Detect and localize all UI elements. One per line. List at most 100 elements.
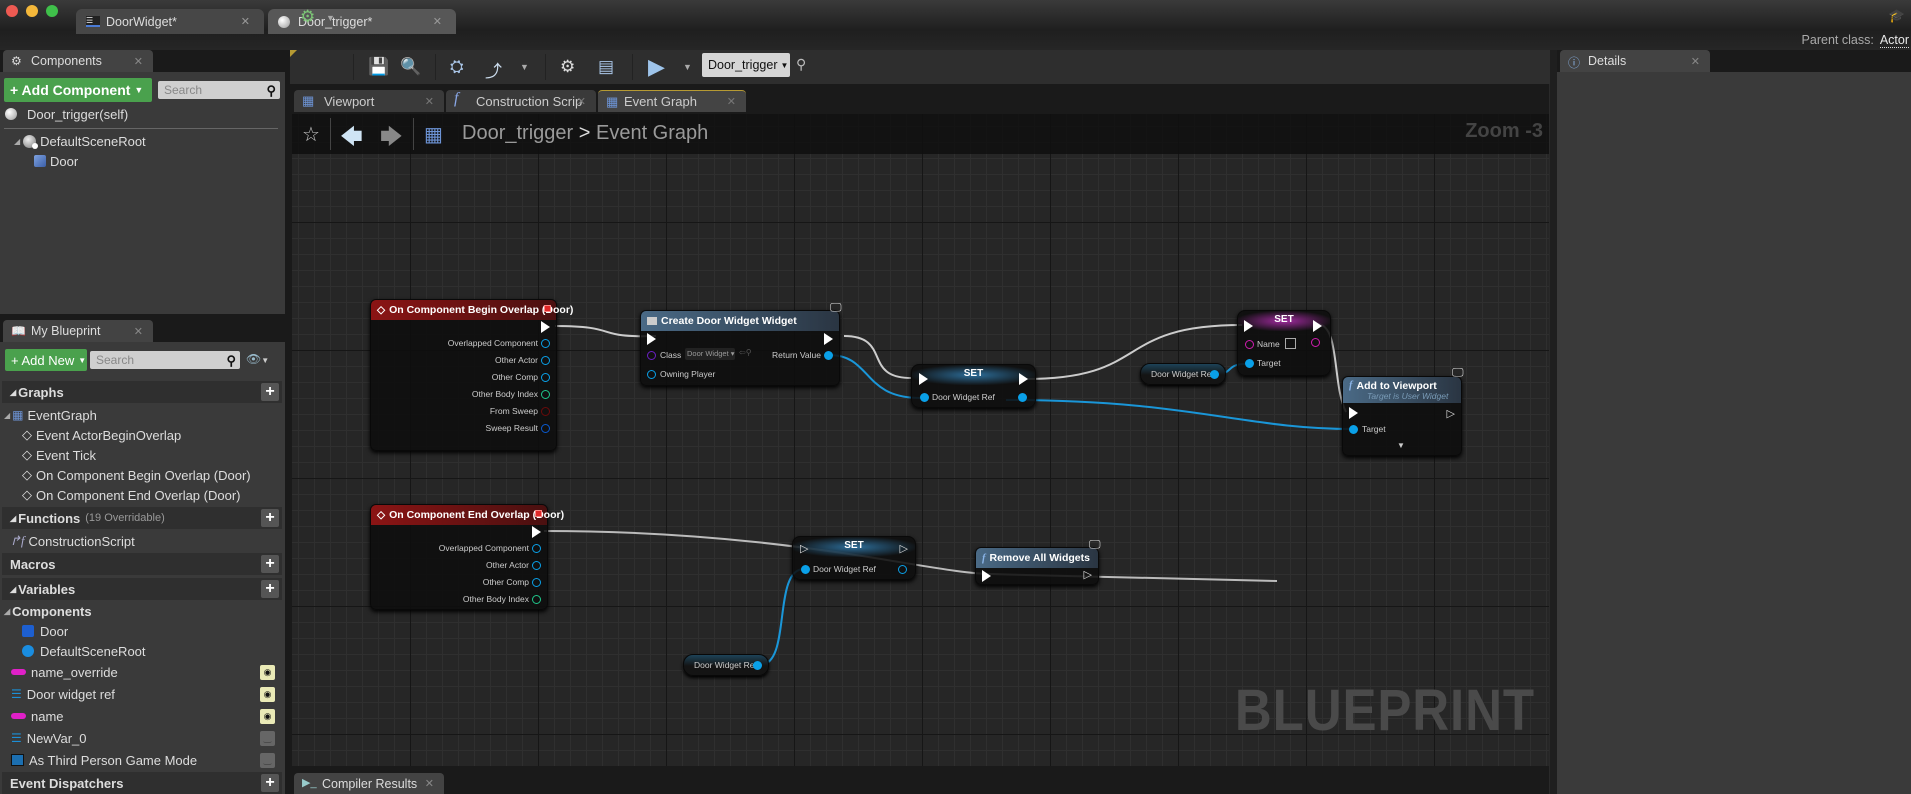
bookmark-star-icon[interactable]: ☆	[302, 122, 320, 147]
node-get-door-widget-ref-2[interactable]: Door Widget Ref	[683, 654, 769, 676]
doc-tab-door-trigger[interactable]: Door_trigger* ✕	[268, 9, 456, 34]
function-item[interactable]: ↱f ConstructionScript	[10, 531, 135, 551]
add-new-button[interactable]: + Add New ▼	[5, 349, 87, 371]
expand-arrow-icon[interactable]: ◢	[4, 607, 10, 616]
name-value-input[interactable]	[1285, 338, 1296, 349]
add-variable-button[interactable]: +	[261, 580, 279, 598]
chevron-down-icon[interactable]: ▼	[520, 62, 529, 72]
close-tab-icon[interactable]: ✕	[727, 95, 736, 108]
object-pin[interactable]	[824, 351, 833, 360]
event-graph-item[interactable]: ◢ ▦ EventGraph	[4, 405, 97, 425]
section-variables[interactable]: ◢ Variables +	[2, 578, 282, 600]
event-item[interactable]: ◇ On Component End Overlap (Door)	[22, 485, 240, 505]
class-defaults-icon[interactable]: ⚙	[560, 57, 575, 77]
tab-construction-script[interactable]: f Construction Scrip ✕	[446, 90, 596, 112]
compile-options-chevron-icon[interactable]: ▼	[326, 13, 335, 23]
exec-out-pin[interactable]	[824, 333, 833, 345]
component-tree-item[interactable]: Door	[34, 151, 78, 171]
private-eye-icon[interactable]: ‿	[260, 752, 275, 768]
back-arrow-icon[interactable]: 🡄	[340, 120, 363, 158]
compiler-results-tab[interactable]: ▶_ Compiler Results ✕	[294, 773, 444, 794]
variable-item[interactable]: ☰ Door widget ref ◉	[11, 684, 281, 704]
class-pin[interactable]	[647, 351, 656, 360]
close-tab-icon[interactable]: ✕	[241, 15, 250, 28]
event-graph-canvas[interactable]: ☆ 🡄 🡆 ▦ Door_trigger > Event Graph Zoom …	[292, 114, 1549, 766]
exec-in-pin[interactable]	[1349, 407, 1358, 419]
variable-item[interactable]: name ◉	[11, 706, 281, 726]
node-remove-all-widgets[interactable]: f Remove All Widgets ▷	[975, 547, 1099, 585]
struct-pin[interactable]	[541, 424, 550, 433]
play-icon[interactable]: ▶	[648, 54, 665, 80]
node-add-to-viewport[interactable]: f Add to Viewport Target is User Widget ▷ …	[1342, 376, 1462, 456]
object-pin[interactable]	[898, 565, 907, 574]
close-tab-icon[interactable]: ✕	[577, 95, 586, 108]
name-pin[interactable]	[1245, 340, 1254, 349]
play-options-chevron-icon[interactable]: ▼	[683, 62, 692, 72]
close-tab-icon[interactable]: ✕	[1691, 55, 1700, 68]
private-eye-icon[interactable]: ‿	[260, 730, 275, 746]
forward-arrow-icon[interactable]: 🡆	[380, 120, 403, 158]
parent-class-link[interactable]: Actor	[1879, 33, 1909, 48]
exec-out-pin[interactable]	[1313, 320, 1322, 332]
exec-out-pin[interactable]	[532, 526, 541, 538]
class-dropdown[interactable]: Door Widget ▾	[685, 348, 735, 360]
diff-graph-icon[interactable]: ⤴	[485, 57, 502, 82]
bool-pin[interactable]	[541, 407, 550, 416]
debug-search-icon[interactable]: ⚲	[796, 56, 806, 73]
add-event-dispatcher-button[interactable]: +	[261, 774, 279, 792]
minimize-window-button[interactable]	[26, 5, 38, 17]
simulation-icon[interactable]: ▤	[598, 57, 614, 77]
breadcrumb-root[interactable]: Door_trigger	[462, 122, 573, 144]
delegate-pin-icon[interactable]	[544, 305, 551, 312]
exec-in-pin[interactable]	[647, 333, 656, 345]
doc-tab-doorwidget[interactable]: ☰ DoorWidget* ✕	[76, 9, 264, 34]
add-macro-button[interactable]: +	[261, 555, 279, 573]
integer-pin[interactable]	[541, 390, 550, 399]
section-functions[interactable]: ◢ Functions (19 Overridable) +	[2, 507, 282, 529]
add-component-button[interactable]: + Add Component ▼	[4, 78, 152, 102]
exec-out-pin[interactable]	[1019, 373, 1028, 385]
my-blueprint-tab[interactable]: 📖 My Blueprint ✕	[3, 320, 153, 342]
object-pin[interactable]	[1349, 425, 1358, 434]
expand-arrow-icon[interactable]: ◢	[14, 137, 20, 146]
node-end-overlap[interactable]: ◇ On Component End Overlap (Door) Overlap…	[370, 504, 564, 610]
variable-item[interactable]: name_override ◉	[11, 662, 281, 682]
component-variable-item[interactable]: Door	[22, 621, 68, 641]
object-pin[interactable]	[532, 544, 541, 553]
exec-out-pin[interactable]: ▷	[1084, 568, 1092, 581]
variable-item[interactable]: ☰ NewVar_0 ‿	[11, 728, 281, 748]
splitter[interactable]	[1550, 50, 1557, 794]
event-item[interactable]: ◇ Event ActorBeginOverlap	[22, 425, 181, 445]
exec-in-pin[interactable]	[1244, 320, 1253, 332]
node-set-widget-ref-2[interactable]: SET ▷ ▷ Door Widget Ref	[792, 536, 916, 580]
browse-arrow-icon[interactable]: ⇦⚲	[739, 348, 752, 357]
components-category[interactable]: ◢ Components	[4, 601, 92, 621]
object-pin[interactable]	[541, 356, 550, 365]
component-self-item[interactable]: Door_trigger(self)	[5, 104, 128, 124]
event-item[interactable]: ◇ On Component Begin Overlap (Door)	[22, 465, 251, 485]
components-search-input[interactable]: Search ⚲	[158, 81, 280, 99]
object-pin[interactable]	[647, 370, 656, 379]
view-options-eye-icon[interactable]: 👁▼	[246, 352, 269, 366]
node-set-name[interactable]: SET Name Target	[1237, 310, 1331, 376]
close-tab-icon[interactable]: ✕	[134, 55, 143, 68]
exec-in-pin[interactable]	[982, 570, 991, 582]
public-eye-icon[interactable]: ◉	[260, 686, 275, 702]
node-begin-overlap[interactable]: ◇ On Component Begin Overlap (Door) Overl…	[370, 299, 573, 451]
exec-in-pin[interactable]: ▷	[800, 542, 808, 555]
compile-icon[interactable]: ⚙	[300, 7, 315, 27]
components-tab[interactable]: ⚙ Components ✕	[3, 50, 153, 72]
exec-out-pin[interactable]	[541, 321, 550, 333]
close-tab-icon[interactable]: ✕	[134, 325, 143, 338]
section-graphs[interactable]: ◢ Graphs +	[2, 381, 282, 403]
component-variable-item[interactable]: DefaultSceneRoot	[22, 641, 146, 661]
public-eye-icon[interactable]: ◉	[260, 664, 275, 680]
node-set-widget-ref[interactable]: SET Door Widget Ref	[911, 364, 1036, 408]
find-icon[interactable]: 🔍	[400, 57, 421, 77]
object-pin[interactable]	[1210, 370, 1219, 379]
close-window-button[interactable]	[6, 5, 18, 17]
add-graph-button[interactable]: +	[261, 383, 279, 401]
save-icon[interactable]: 💾	[368, 57, 389, 77]
details-tab[interactable]: ⓘ Details ✕	[1560, 50, 1710, 72]
section-macros[interactable]: Macros +	[2, 553, 282, 575]
